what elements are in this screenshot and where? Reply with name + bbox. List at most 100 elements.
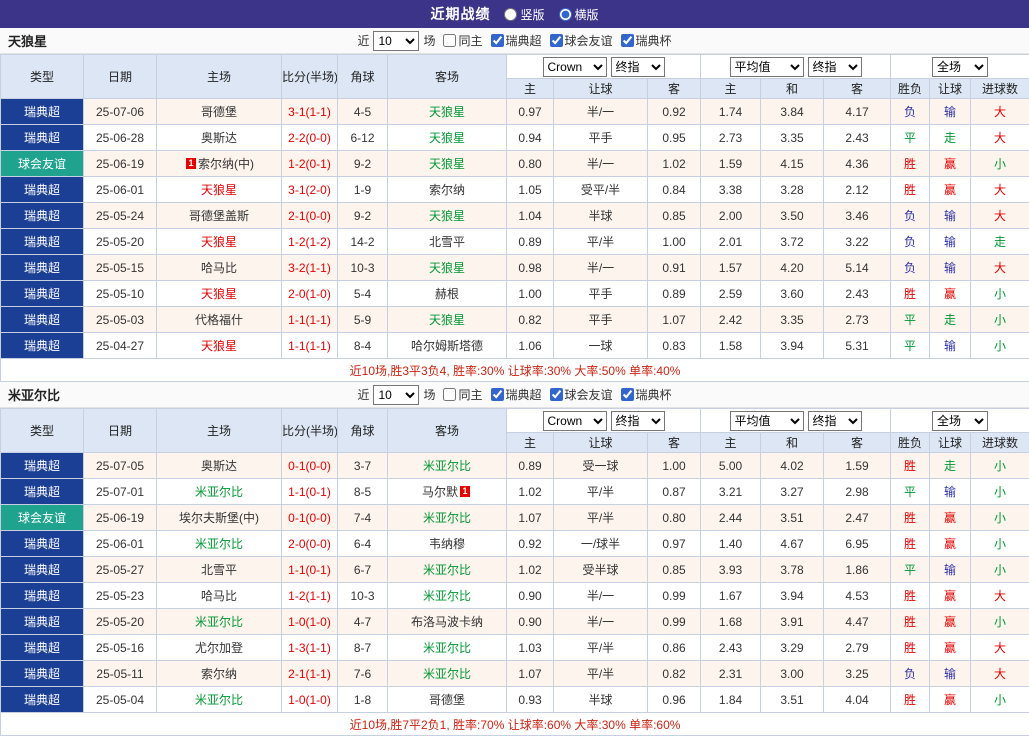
team-link[interactable]: 北雪平 [201,563,237,577]
home-team-cell[interactable]: 天狼星 [157,281,282,307]
league-type-cell[interactable]: 瑞典超 [1,453,84,479]
away-team-cell[interactable]: 天狼星 [388,255,507,281]
home-team-cell[interactable]: 索尔纳 [157,661,282,687]
score-cell[interactable]: 0-1(0-0) [282,453,338,479]
score-cell[interactable]: 1-1(0-1) [282,479,338,505]
score-cell[interactable]: 2-2(0-0) [282,125,338,151]
away-team-cell[interactable]: 韦纳穆 [388,531,507,557]
score-cell[interactable]: 2-1(0-0) [282,203,338,229]
score-cell[interactable]: 3-1(1-1) [282,99,338,125]
score-cell[interactable]: 1-1(0-1) [282,557,338,583]
team-link[interactable]: 北雪平 [429,235,465,249]
score-cell[interactable]: 3-1(2-0) [282,177,338,203]
same-home-checkbox[interactable] [443,388,456,401]
team-link[interactable]: 哥德堡盖斯 [189,209,249,223]
league-type-cell[interactable]: 瑞典超 [1,557,84,583]
home-team-cell[interactable]: 天狼星 [157,333,282,359]
team-link[interactable]: 哈尔姆斯塔德 [411,339,483,353]
away-team-cell[interactable]: 布洛马波卡纳 [388,609,507,635]
team-link[interactable]: 米亚尔比 [195,485,243,499]
swedish-league-checkbox[interactable] [491,34,504,47]
team-link[interactable]: 哈马比 [201,589,237,603]
away-team-cell[interactable]: 天狼星 [388,307,507,333]
team-link[interactable]: 埃尔夫斯堡(中) [179,511,259,525]
away-team-cell[interactable]: 天狼星 [388,99,507,125]
average-select[interactable]: 平均值 [730,411,804,431]
league-type-cell[interactable]: 瑞典超 [1,203,84,229]
team-link[interactable]: 马尔默 [422,485,458,499]
league-type-cell[interactable]: 瑞典超 [1,307,84,333]
team-link[interactable]: 米亚尔比 [423,589,471,603]
checkbox-swedish-league[interactable]: 瑞典超 [491,32,542,49]
home-team-cell[interactable]: 天狼星 [157,177,282,203]
swedish-cup-checkbox[interactable] [621,34,634,47]
home-team-cell[interactable]: 奥斯达 [157,453,282,479]
checkbox-swedish-cup[interactable]: 瑞典杯 [621,386,672,403]
score-cell[interactable]: 1-3(1-1) [282,635,338,661]
final-index-select-2[interactable]: 终指 [808,57,862,77]
league-type-cell[interactable]: 瑞典超 [1,333,84,359]
league-type-cell[interactable]: 瑞典超 [1,609,84,635]
team-link[interactable]: 赫根 [435,287,459,301]
final-index-select[interactable]: 终指 [611,57,665,77]
league-type-cell[interactable]: 瑞典超 [1,255,84,281]
team-link[interactable]: 尤尔加登 [195,641,243,655]
away-team-cell[interactable]: 索尔纳 [388,177,507,203]
home-team-cell[interactable]: 代格福什 [157,307,282,333]
home-team-cell[interactable]: 奥斯达 [157,125,282,151]
home-team-cell[interactable]: 米亚尔比 [157,479,282,505]
away-team-cell[interactable]: 赫根 [388,281,507,307]
away-team-cell[interactable]: 马尔默1 [388,479,507,505]
team-link[interactable]: 天狼星 [429,209,465,223]
league-type-cell[interactable]: 瑞典超 [1,531,84,557]
final-index-select[interactable]: 终指 [611,411,665,431]
home-team-cell[interactable]: 哥德堡盖斯 [157,203,282,229]
team-link[interactable]: 奥斯达 [201,131,237,145]
away-team-cell[interactable]: 北雪平 [388,229,507,255]
home-team-cell[interactable]: 哈马比 [157,583,282,609]
team-link[interactable]: 米亚尔比 [195,693,243,707]
checkbox-swedish-cup[interactable]: 瑞典杯 [621,32,672,49]
club-friendly-checkbox[interactable] [550,34,563,47]
home-team-cell[interactable]: 埃尔夫斯堡(中) [157,505,282,531]
team-link[interactable]: 代格福什 [195,313,243,327]
home-team-cell[interactable]: 米亚尔比 [157,687,282,713]
home-team-cell[interactable]: 尤尔加登 [157,635,282,661]
away-team-cell[interactable]: 哈尔姆斯塔德 [388,333,507,359]
checkbox-club-friendly[interactable]: 球会友谊 [550,386,613,403]
layout-radio-horizontal[interactable]: 横版 [559,6,599,23]
match-count-select[interactable]: 10 [373,31,419,51]
score-cell[interactable]: 1-1(1-1) [282,307,338,333]
match-count-select[interactable]: 10 [373,385,419,405]
away-team-cell[interactable]: 哥德堡 [388,687,507,713]
team-link[interactable]: 索尔纳 [201,667,237,681]
team-link[interactable]: 天狼星 [201,287,237,301]
league-type-cell[interactable]: 瑞典超 [1,635,84,661]
bookmaker-select[interactable]: Crown [543,411,607,431]
team-link[interactable]: 哥德堡 [429,693,465,707]
vertical-radio[interactable] [504,8,517,21]
league-type-cell[interactable]: 瑞典超 [1,177,84,203]
checkbox-same-home[interactable]: 同主 [443,386,482,403]
layout-radio-vertical[interactable]: 竖版 [504,6,544,23]
team-link[interactable]: 天狼星 [429,131,465,145]
home-team-cell[interactable]: 天狼星 [157,229,282,255]
checkbox-swedish-league[interactable]: 瑞典超 [491,386,542,403]
team-link[interactable]: 米亚尔比 [423,667,471,681]
away-team-cell[interactable]: 米亚尔比 [388,583,507,609]
team-link[interactable]: 索尔纳 [429,183,465,197]
home-team-cell[interactable]: 北雪平 [157,557,282,583]
team-link[interactable]: 天狼星 [429,157,465,171]
final-index-select-2[interactable]: 终指 [808,411,862,431]
away-team-cell[interactable]: 天狼星 [388,125,507,151]
checkbox-same-home[interactable]: 同主 [443,32,482,49]
league-type-cell[interactable]: 瑞典超 [1,125,84,151]
team-link[interactable]: 天狼星 [429,313,465,327]
home-team-cell[interactable]: 1索尔纳(中) [157,151,282,177]
score-cell[interactable]: 3-2(1-1) [282,255,338,281]
team-link[interactable]: 米亚尔比 [195,537,243,551]
team-link[interactable]: 米亚尔比 [423,511,471,525]
team-link[interactable]: 天狼星 [429,105,465,119]
league-type-cell[interactable]: 瑞典超 [1,583,84,609]
swedish-league-checkbox[interactable] [491,388,504,401]
